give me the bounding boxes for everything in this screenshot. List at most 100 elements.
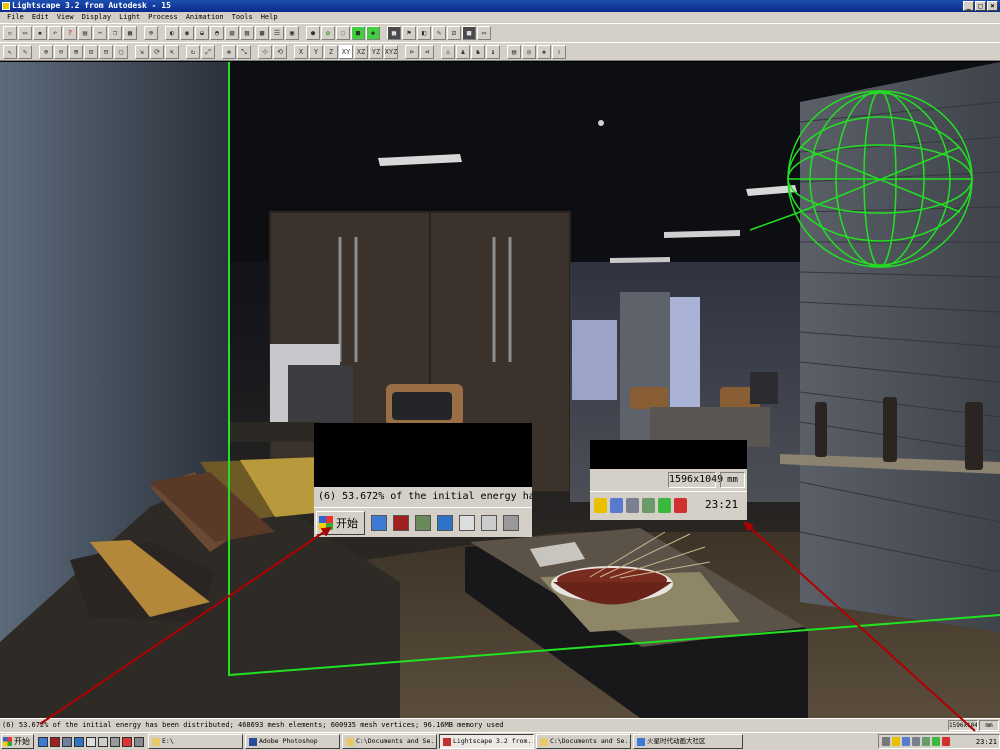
ie-icon[interactable] — [371, 514, 387, 531]
copy-icon[interactable]: ❐ — [108, 26, 122, 40]
page-icon[interactable]: ▢ — [114, 44, 128, 59]
shield-check-icon[interactable] — [922, 737, 930, 746]
table-icon[interactable]: ▩ — [255, 26, 269, 40]
task-lightscape[interactable]: Lightscape 3.2 from... — [439, 734, 534, 749]
umbrella-icon[interactable] — [932, 737, 940, 746]
photo-icon[interactable] — [415, 514, 431, 531]
antivirus-icon[interactable] — [674, 498, 687, 513]
ql-cube-icon[interactable] — [86, 736, 96, 747]
sphere-icon[interactable]: ● — [306, 26, 320, 40]
umbrella-icon[interactable] — [658, 498, 671, 513]
rotate-view-icon[interactable]: ⟲ — [273, 44, 287, 59]
menu-animation[interactable]: Animation — [182, 12, 228, 23]
pointer-icon[interactable]: ↖ — [3, 44, 17, 59]
network-icon[interactable] — [902, 737, 910, 746]
rotate-icon[interactable]: ↻ — [186, 44, 200, 59]
slash-icon[interactable]: ⧄ — [447, 26, 461, 40]
task-documents-2[interactable]: C:\Documents and Se... — [536, 734, 631, 749]
axis-x-button[interactable]: X — [294, 44, 308, 59]
fit-icon[interactable]: ⊟ — [99, 44, 113, 59]
axis-xy-button[interactable]: XY — [339, 44, 353, 59]
mesh-icon[interactable]: ◧ — [417, 26, 431, 40]
export-icon[interactable]: ⇧ — [552, 44, 566, 59]
fly-icon[interactable]: ⇱ — [165, 44, 179, 59]
align-icon[interactable]: ⊳ — [405, 44, 419, 59]
green-cube-icon[interactable]: ◆ — [366, 26, 380, 40]
render-icon[interactable]: ◐ — [165, 26, 179, 40]
block-icon[interactable]: ▨ — [240, 26, 254, 40]
cube-icon[interactable] — [459, 514, 475, 531]
ql-media-icon[interactable] — [50, 736, 60, 747]
start-button[interactable]: 开始 — [1, 734, 34, 749]
app-icon-blue[interactable] — [437, 514, 453, 531]
mirror-icon[interactable]: ⊲ — [420, 44, 434, 59]
zoom-extents-icon[interactable]: ⊡ — [84, 44, 98, 59]
close-button[interactable]: × — [987, 1, 998, 11]
figure4-icon[interactable]: ♝ — [486, 44, 500, 59]
figure3-icon[interactable]: ♞ — [471, 44, 485, 59]
minimize-button[interactable]: _ — [963, 1, 974, 11]
checker-icon[interactable]: ▩ — [462, 26, 476, 40]
shield-check-icon[interactable] — [642, 498, 655, 513]
network-icon[interactable] — [610, 498, 623, 513]
layer-icon[interactable]: ▧ — [225, 26, 239, 40]
light-icon[interactable]: ◌ — [336, 26, 350, 40]
figure-icon[interactable]: ♙ — [441, 44, 455, 59]
material-icon[interactable]: ◒ — [195, 26, 209, 40]
ql-ball-icon[interactable] — [122, 736, 132, 747]
menu-light[interactable]: Light — [115, 12, 144, 23]
cut-icon[interactable]: ✂ — [93, 26, 107, 40]
palette-icon[interactable]: ◈ — [537, 44, 551, 59]
qq-penguin-icon[interactable] — [892, 737, 900, 746]
green-solid-icon[interactable]: ■ — [351, 26, 365, 40]
figure2-icon[interactable]: ♟ — [456, 44, 470, 59]
globe-icon[interactable]: ◍ — [321, 26, 335, 40]
axis-yz-button[interactable]: YZ — [369, 44, 383, 59]
group-icon[interactable]: ◎ — [522, 44, 536, 59]
zoom-in-icon[interactable]: ⊕ — [39, 44, 53, 59]
maximize-button[interactable]: □ — [975, 1, 986, 11]
search-tray-icon[interactable] — [912, 737, 920, 746]
menu-process[interactable]: Process — [144, 12, 182, 23]
axis-y-button[interactable]: Y — [309, 44, 323, 59]
help-icon[interactable]: ? — [63, 26, 77, 40]
move-icon[interactable]: ✥ — [222, 44, 236, 59]
media-icon[interactable] — [393, 514, 409, 531]
edit-icon[interactable]: ✎ — [18, 44, 32, 59]
axis-z-button[interactable]: Z — [324, 44, 338, 59]
task-photoshop[interactable]: Adobe Photoshop — [245, 734, 340, 749]
menu-file[interactable]: File — [3, 12, 28, 23]
tilt-icon[interactable]: ⤢ — [201, 44, 215, 59]
undo-icon[interactable]: ↶ — [48, 26, 62, 40]
search-tray-icon[interactable] — [626, 498, 639, 513]
select-icon[interactable]: ⊕ — [144, 26, 158, 40]
ql-swirl-icon[interactable] — [98, 736, 108, 747]
ql-ie-icon[interactable] — [38, 736, 48, 747]
printer-icon[interactable] — [882, 737, 890, 746]
new-file-icon[interactable]: ▫ — [3, 26, 17, 40]
paste-icon[interactable]: ▦ — [123, 26, 137, 40]
print-icon[interactable]: ▤ — [78, 26, 92, 40]
menu-help[interactable]: Help — [257, 12, 282, 23]
swirl-icon[interactable] — [481, 514, 497, 531]
zoom-window-icon[interactable]: ⊞ — [69, 44, 83, 59]
qq-penguin-icon[interactable] — [594, 498, 607, 513]
antivirus-icon[interactable] — [942, 737, 950, 746]
zoom-out-icon[interactable]: ⊖ — [54, 44, 68, 59]
camera-icon[interactable]: ◉ — [180, 26, 194, 40]
monitor-icon[interactable]: ▭ — [477, 26, 491, 40]
process-icon[interactable]: ⚑ — [402, 26, 416, 40]
layers-icon[interactable]: ▤ — [507, 44, 521, 59]
pencil-icon[interactable]: ✎ — [432, 26, 446, 40]
task-explorer-e[interactable]: E:\ — [148, 734, 243, 749]
ql-app-icon[interactable] — [74, 736, 84, 747]
ql-gear-icon[interactable] — [134, 736, 144, 747]
menu-display[interactable]: Display — [78, 12, 116, 23]
walk-icon[interactable]: ⇲ — [135, 44, 149, 59]
task-documents-1[interactable]: C:\Documents and Se... — [342, 734, 437, 749]
axis-xyz-button[interactable]: XYZ — [384, 44, 398, 59]
zoom-start-button[interactable]: 开始 — [316, 510, 365, 535]
render-viewport[interactable]: (6) 53.672% of the initial energy ha 开始 … — [0, 62, 1000, 718]
image-icon[interactable]: ▣ — [285, 26, 299, 40]
disc-icon[interactable] — [503, 514, 519, 531]
